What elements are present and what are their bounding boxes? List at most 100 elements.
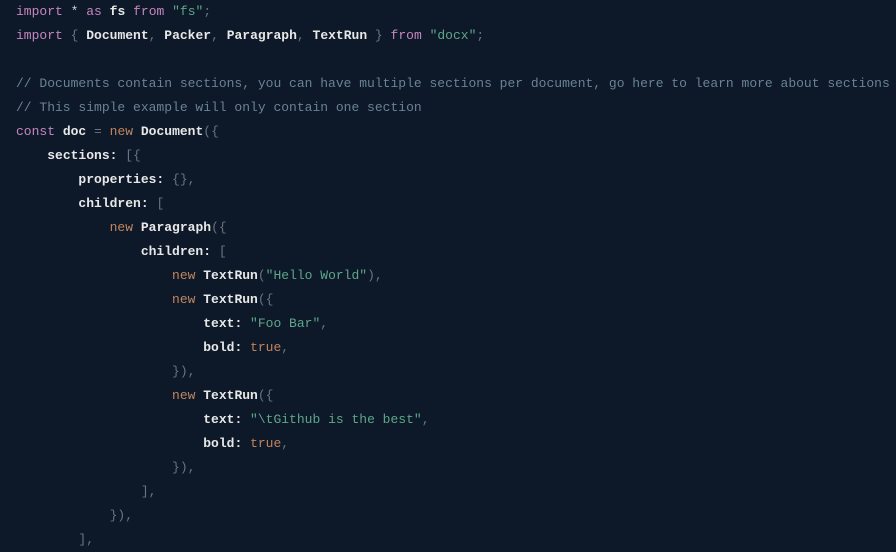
- space: [242, 340, 250, 355]
- identifier: Packer: [164, 28, 211, 43]
- code-line: const doc = new Document({: [16, 120, 880, 144]
- identifier: Document: [86, 28, 148, 43]
- indent: [16, 220, 110, 235]
- code-line: new Paragraph({: [16, 216, 880, 240]
- comma: ,: [281, 436, 289, 451]
- indent: [16, 172, 78, 187]
- property: text:: [203, 316, 242, 331]
- paren: (: [258, 268, 266, 283]
- comma: ,: [211, 28, 227, 43]
- brace: {: [71, 28, 87, 43]
- bracket: [: [149, 196, 165, 211]
- string-literal: "docx": [430, 28, 477, 43]
- paren: ),: [367, 268, 383, 283]
- indent: [16, 484, 141, 499]
- indent: [16, 148, 47, 163]
- boolean: true: [250, 436, 281, 451]
- parens: ({: [258, 388, 274, 403]
- code-line: import * as fs from "fs";: [16, 0, 880, 24]
- keyword-from: from: [391, 28, 422, 43]
- keyword-new: new: [172, 292, 195, 307]
- keyword-new: new: [110, 124, 133, 139]
- class-name: TextRun: [203, 268, 258, 283]
- brackets: [{: [117, 148, 140, 163]
- identifier: doc: [63, 124, 86, 139]
- close-brace: }),: [172, 364, 195, 379]
- indent: [16, 292, 172, 307]
- class-name: TextRun: [203, 292, 258, 307]
- code-line: new TextRun({: [16, 384, 880, 408]
- keyword-import: import: [16, 4, 63, 19]
- indent: [16, 436, 203, 451]
- comment: // Documents contain sections, you can h…: [16, 76, 890, 91]
- code-line: ],: [16, 480, 880, 504]
- braces: {},: [164, 172, 195, 187]
- parens: ({: [211, 220, 227, 235]
- boolean: true: [250, 340, 281, 355]
- keyword-from: from: [133, 4, 164, 19]
- keyword-new: new: [172, 268, 195, 283]
- indent: [16, 340, 203, 355]
- property: text:: [203, 412, 242, 427]
- code-line: bold: true,: [16, 432, 880, 456]
- keyword-as: as: [86, 4, 102, 19]
- string-literal: "Hello World": [266, 268, 367, 283]
- string-literal: "Foo Bar": [242, 316, 320, 331]
- star-operator: *: [71, 4, 79, 19]
- code-line: }),: [16, 504, 880, 528]
- identifier: Paragraph: [227, 28, 297, 43]
- indent: [16, 244, 141, 259]
- comma: ,: [422, 412, 430, 427]
- string-literal: "\tGithub is the best": [242, 412, 421, 427]
- indent: [16, 460, 172, 475]
- property: bold:: [203, 340, 242, 355]
- close-brace: }),: [172, 460, 195, 475]
- semicolon: ;: [203, 4, 211, 19]
- indent: [16, 316, 203, 331]
- close-brace: }),: [110, 508, 133, 523]
- code-block: import * as fs from "fs";import { Docume…: [16, 0, 880, 552]
- code-line: bold: true,: [16, 336, 880, 360]
- parens: ({: [258, 292, 274, 307]
- indent: [16, 268, 172, 283]
- indent: [16, 196, 78, 211]
- code-line: sections: [{: [16, 144, 880, 168]
- bracket: [: [211, 244, 227, 259]
- code-line: properties: {},: [16, 168, 880, 192]
- property: children:: [141, 244, 211, 259]
- identifier: fs: [110, 4, 126, 19]
- code-line: new TextRun({: [16, 288, 880, 312]
- code-line: [16, 48, 880, 72]
- brace: }: [367, 28, 383, 43]
- indent: [16, 388, 172, 403]
- keyword-import: import: [16, 28, 63, 43]
- code-line: new TextRun("Hello World"),: [16, 264, 880, 288]
- keyword-const: const: [16, 124, 55, 139]
- code-line: // This simple example will only contain…: [16, 96, 880, 120]
- close-bracket: ],: [78, 532, 94, 547]
- class-name: Document: [141, 124, 203, 139]
- comma: ,: [149, 28, 165, 43]
- code-line: import { Document, Packer, Paragraph, Te…: [16, 24, 880, 48]
- class-name: TextRun: [203, 388, 258, 403]
- comma: ,: [320, 316, 328, 331]
- close-bracket: ],: [141, 484, 157, 499]
- property: properties:: [78, 172, 164, 187]
- code-line: ],: [16, 528, 880, 552]
- property: bold:: [203, 436, 242, 451]
- identifier: TextRun: [313, 28, 368, 43]
- semicolon: ;: [476, 28, 484, 43]
- indent: [16, 364, 172, 379]
- indent: [16, 532, 78, 547]
- class-name: Paragraph: [141, 220, 211, 235]
- indent: [16, 508, 110, 523]
- comma: ,: [281, 340, 289, 355]
- code-line: text: "Foo Bar",: [16, 312, 880, 336]
- space: [242, 436, 250, 451]
- equals: =: [86, 124, 109, 139]
- parens: ({: [203, 124, 219, 139]
- code-line: children: [: [16, 192, 880, 216]
- code-line: children: [: [16, 240, 880, 264]
- string-literal: "fs": [172, 4, 203, 19]
- keyword-new: new: [172, 388, 195, 403]
